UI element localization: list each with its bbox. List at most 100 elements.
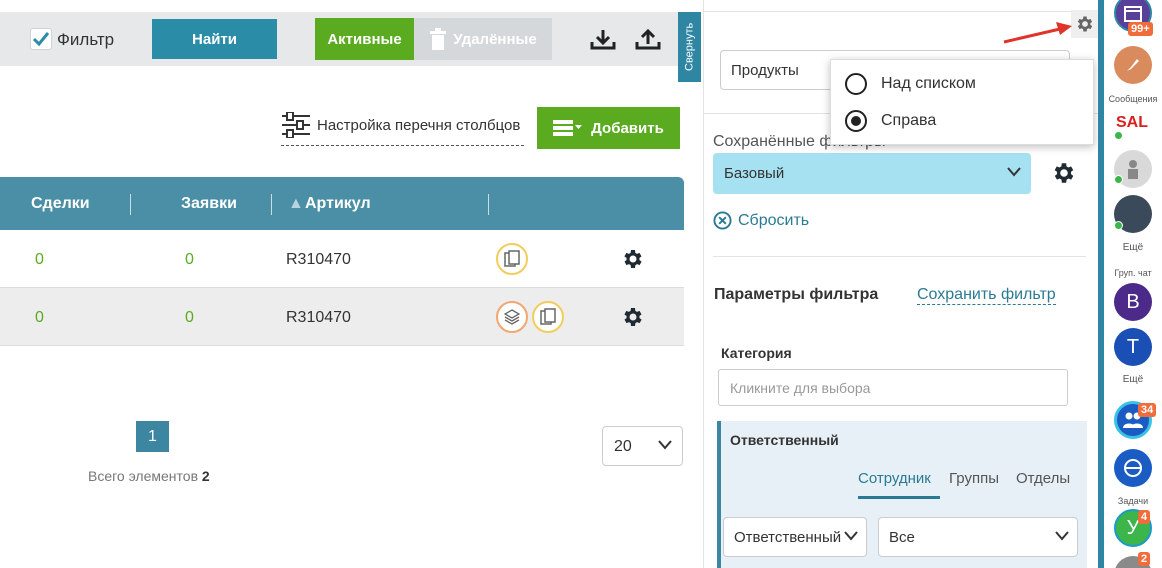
responsible-role-value: Ответственный <box>734 529 842 546</box>
notification-badge: 34 <box>1138 403 1157 417</box>
annotation-arrow-icon <box>1003 22 1072 44</box>
panel-divider <box>703 0 704 568</box>
reset-filter-link[interactable]: Сбросить <box>713 211 809 230</box>
support-bot-icon[interactable] <box>1114 449 1152 487</box>
active-tab-indicator <box>858 496 940 499</box>
per-page-value: 20 <box>614 438 632 455</box>
total-elements: Всего элементов 2 <box>88 468 210 484</box>
saved-filter-select[interactable]: Базовый <box>713 153 1031 194</box>
messenger-rail: 99+ Сообщения SAL Ещё Груп. чат В Т Ещё … <box>1104 0 1162 568</box>
tab-departments[interactable]: Отделы <box>1016 470 1070 487</box>
position-option-right[interactable]: Справа <box>845 110 936 132</box>
article-cell: R310470 <box>286 309 351 326</box>
panel-top-divider <box>704 11 1098 12</box>
copy-icon[interactable] <box>532 301 564 333</box>
add-button[interactable]: Добавить <box>537 107 680 149</box>
active-tab[interactable]: Активные <box>315 18 414 60</box>
column-divider[interactable] <box>271 194 272 215</box>
layers-icon[interactable] <box>496 301 528 333</box>
total-count: 2 <box>201 468 210 484</box>
status-toggle: Активные Удалённые <box>315 18 552 60</box>
group-chat-label: Груп. чат <box>1114 268 1152 278</box>
group-chat-avatar[interactable]: В <box>1114 283 1152 321</box>
responsible-filter-block: Ответственный Сотрудник Группы Отделы От… <box>717 421 1087 568</box>
responsible-scope-select[interactable]: Все <box>878 517 1078 557</box>
online-indicator <box>1114 221 1123 230</box>
category-input[interactable]: Кликните для выбора <box>718 369 1068 406</box>
column-header-requests[interactable]: Заявки <box>181 195 237 213</box>
article-cell: R310470 <box>286 251 351 268</box>
filter-label: Фильтр <box>57 30 115 49</box>
chevron-down-icon <box>844 531 858 541</box>
row-gear-icon[interactable] <box>621 305 645 329</box>
messages-label: Сообщения <box>1108 94 1158 104</box>
column-divider[interactable] <box>130 194 131 215</box>
notification-badge: 99+ <box>1128 22 1153 36</box>
radio-button[interactable] <box>845 73 867 95</box>
responsible-label: Ответственный <box>730 432 839 448</box>
radio-button-selected[interactable] <box>845 110 867 132</box>
filter-checkbox[interactable] <box>30 28 52 50</box>
collapse-panel-tab[interactable]: Свернуть <box>678 12 701 82</box>
page-button-current[interactable]: 1 <box>136 421 169 452</box>
online-indicator <box>1114 131 1123 140</box>
sliders-icon <box>282 112 310 138</box>
column-header-deals[interactable]: Сделки <box>31 195 90 213</box>
more-link[interactable]: Ещё <box>1104 242 1162 253</box>
deleted-tab[interactable]: Удалённые <box>414 18 552 60</box>
column-divider[interactable] <box>488 194 489 215</box>
category-label: Категория <box>721 345 792 361</box>
sort-asc-icon[interactable]: ▲ <box>288 195 304 213</box>
responsible-role-select[interactable]: Ответственный <box>723 517 867 557</box>
toolbar: Фильтр Найти Активные Удалённые <box>0 12 679 66</box>
online-indicator <box>1114 175 1123 184</box>
close-circle-icon <box>713 211 732 230</box>
chevron-down-icon <box>1055 531 1069 541</box>
messages-icon[interactable] <box>1114 46 1152 84</box>
column-header-article[interactable]: Артикул <box>305 195 371 213</box>
save-filter-link[interactable]: Сохранить фильтр <box>917 286 1056 305</box>
reset-label: Сбросить <box>738 211 810 229</box>
category-placeholder: Кликните для выбора <box>730 380 871 396</box>
list-dropdown-icon <box>553 120 583 136</box>
position-option-label: Над списком <box>881 75 976 92</box>
position-option-above[interactable]: Над списком <box>845 73 976 95</box>
deals-cell[interactable]: 0 <box>35 251 44 269</box>
table-row[interactable]: 0 0 R310470 <box>0 288 684 346</box>
notification-badge: 2 <box>1138 552 1151 566</box>
notification-badge: 4 <box>1138 510 1151 524</box>
tab-employee[interactable]: Сотрудник <box>858 470 931 487</box>
saved-filter-value: Базовый <box>724 165 785 182</box>
deleted-label: Удалённые <box>453 30 537 48</box>
download-icon[interactable] <box>590 28 616 52</box>
find-button[interactable]: Найти <box>152 19 277 59</box>
column-settings-link[interactable]: Настройка перечня столбцов <box>281 112 520 138</box>
more-link[interactable]: Ещё <box>1104 374 1162 385</box>
panel-settings-gear-icon[interactable] <box>1071 10 1099 38</box>
entity-select-value: Продукты <box>731 62 799 79</box>
column-settings-underline <box>281 145 524 146</box>
requests-cell[interactable]: 0 <box>185 309 194 327</box>
tab-groups[interactable]: Группы <box>949 470 999 487</box>
requests-cell[interactable]: 0 <box>185 251 194 269</box>
copy-icon[interactable] <box>496 243 528 275</box>
per-page-select[interactable]: 20 <box>602 426 683 466</box>
add-label: Добавить <box>591 119 664 137</box>
column-settings-label: Настройка перечня столбцов <box>317 116 521 134</box>
panel-divider <box>713 256 1086 257</box>
total-label: Всего элементов <box>88 468 199 484</box>
saved-filter-gear-icon[interactable] <box>1051 160 1077 186</box>
upload-icon[interactable] <box>635 28 661 52</box>
tasks-label: Задачи <box>1117 496 1149 506</box>
chevron-down-icon <box>658 440 672 450</box>
table-header: Сделки Заявки ▲ Артикул <box>0 177 684 230</box>
trash-icon <box>430 28 447 50</box>
check-icon <box>32 32 50 47</box>
panel-position-popup: Над списком Справа <box>830 59 1094 145</box>
group-chat-avatar[interactable]: Т <box>1114 328 1152 366</box>
filter-params-title: Параметры фильтра <box>714 286 879 303</box>
table-row[interactable]: 0 0 R310470 <box>0 230 684 288</box>
deals-cell[interactable]: 0 <box>35 309 44 327</box>
row-gear-icon[interactable] <box>621 247 645 271</box>
responsible-scope-value: Все <box>889 529 915 546</box>
